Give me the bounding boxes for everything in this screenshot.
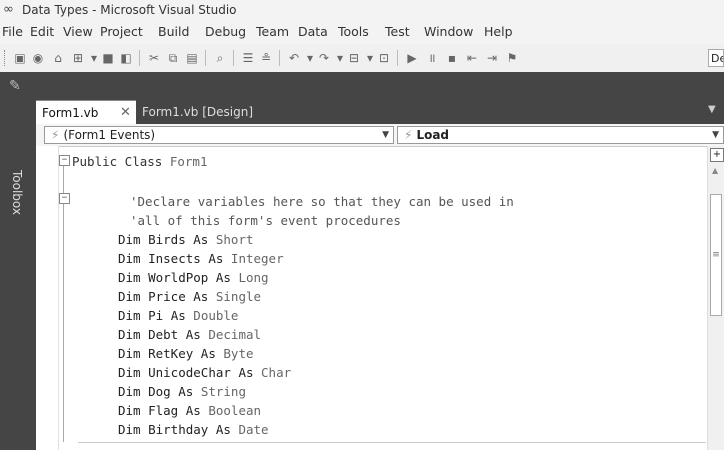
toolbar-separator: [205, 50, 206, 66]
code-line-comment: 'all of this form's event procedures: [130, 213, 401, 228]
stop-icon[interactable]: ▪: [444, 50, 460, 66]
events-bolt-icon: ⚡: [51, 128, 60, 142]
menu-window[interactable]: Window: [424, 24, 473, 39]
paste-icon[interactable]: ▤: [184, 50, 200, 66]
tab-dropdown-icon[interactable]: ▼: [708, 104, 716, 115]
code-line-dim: Dim RetKey As Byte: [118, 346, 254, 361]
code-line-dim: Dim Flag As Boolean: [118, 403, 262, 418]
toolbar-separator: [397, 50, 398, 66]
toolbar-separator: [139, 50, 140, 66]
standard-toolbar: ▣ ◉ ⌂ ⊞ ▾ ■ ◧ ✂ ⧉ ▤ ⌕ ☰ ≗ ↶ ▾ ↷ ▾ ⊟ ▾ ⊡ …: [0, 44, 724, 73]
code-line-dim: Dim Insects As Integer: [118, 251, 284, 266]
chevron-down-icon[interactable]: ▼: [382, 127, 389, 144]
cut-icon[interactable]: ✂: [146, 50, 162, 66]
title-bar: ∞ Data Types - Microsoft Visual Studio: [0, 0, 724, 20]
split-window-icon[interactable]: +: [710, 148, 724, 162]
class-name-combo[interactable]: ⚡ (Form1 Events) ▼: [44, 126, 394, 144]
menu-build[interactable]: Build: [158, 24, 189, 39]
window-title: Data Types - Microsoft Visual Studio: [22, 3, 237, 17]
tab-label: Form1.vb [Design]: [142, 105, 254, 119]
solution-config-combo[interactable]: De: [708, 49, 724, 67]
menu-help[interactable]: Help: [484, 24, 513, 39]
menu-view[interactable]: View: [63, 24, 93, 39]
code-line-dim: Dim Dog As String: [118, 384, 246, 399]
indent-icon[interactable]: ⇥: [484, 50, 500, 66]
add-new-item-icon[interactable]: ⊞: [70, 50, 86, 66]
procedure-separator: [78, 442, 706, 443]
new-project-icon[interactable]: ▣: [12, 50, 28, 66]
tab-form1-code[interactable]: Form1.vb ✕: [36, 100, 136, 124]
menu-team[interactable]: Team: [256, 24, 289, 39]
copy-icon[interactable]: ⧉: [165, 50, 181, 66]
toolbar-separator: [233, 50, 234, 66]
comment-icon[interactable]: ☰: [240, 50, 256, 66]
menu-project[interactable]: Project: [100, 24, 143, 39]
uncomment-icon[interactable]: ≗: [258, 50, 274, 66]
code-line-dim: Dim Birthday As Date: [118, 422, 269, 437]
class-name-value: (Form1 Events): [63, 128, 156, 142]
method-name-combo[interactable]: ⚡ Load ▼: [397, 126, 724, 144]
navigation-bar: ⚡ (Form1 Events) ▼ ⚡ Load ▼: [36, 124, 724, 147]
visual-studio-logo-icon[interactable]: ∞: [3, 2, 14, 17]
save-all-icon[interactable]: ◧: [118, 50, 134, 66]
bookmark-icon[interactable]: ⚑: [504, 50, 520, 66]
code-line-dim: Dim Price As Single: [118, 289, 262, 304]
menu-edit[interactable]: Edit: [30, 24, 54, 39]
save-icon[interactable]: ■: [100, 50, 116, 66]
undo-icon[interactable]: ↶: [286, 50, 302, 66]
outdent-icon[interactable]: ⇤: [464, 50, 480, 66]
code-line-dim: Dim Birds As Short: [118, 232, 254, 247]
pause-icon[interactable]: ॥: [424, 50, 440, 66]
vertical-scrollbar[interactable]: + ▲ ≡: [707, 146, 724, 450]
scroll-up-icon[interactable]: ▲: [712, 166, 718, 175]
code-line-dim: Dim Debt As Decimal: [118, 327, 262, 342]
collapse-comment-icon[interactable]: −: [59, 193, 70, 204]
collapse-class-icon[interactable]: −: [59, 155, 70, 166]
outline-line: [63, 166, 64, 442]
chevron-down-icon[interactable]: ▼: [712, 127, 719, 144]
tab-label: Form1.vb: [42, 106, 99, 120]
code-line-class: Public Class Form1: [72, 154, 208, 169]
code-line-dim: Dim UnicodeChar As Char: [118, 365, 292, 380]
navigate-back-icon[interactable]: ⊟: [346, 50, 362, 66]
method-name-value: Load: [416, 128, 450, 142]
navigate-forward-icon[interactable]: ⊡: [376, 50, 392, 66]
start-icon[interactable]: ▶: [404, 50, 420, 66]
menu-tools[interactable]: Tools: [338, 24, 369, 39]
find-icon[interactable]: ⌕: [212, 50, 228, 66]
editor-margin: [36, 146, 59, 450]
toolbar-separator: [279, 50, 280, 66]
code-line-dim: Dim Pi As Double: [118, 308, 239, 323]
toolbox-tab[interactable]: Toolbox: [8, 170, 24, 230]
tab-form1-design[interactable]: Form1.vb [Design]: [136, 100, 258, 124]
add-item-icon[interactable]: ◉: [30, 50, 46, 66]
menu-test[interactable]: Test: [385, 24, 410, 39]
code-line-dim: Dim WorldPop As Long: [118, 270, 269, 285]
close-icon[interactable]: ✕: [120, 101, 131, 125]
toolbar-grip[interactable]: [4, 50, 7, 66]
open-file-icon[interactable]: ⌂: [50, 50, 66, 66]
menu-bar: File Edit View Project Build Debug Team …: [0, 20, 724, 44]
pin-icon[interactable]: ✎: [9, 78, 21, 94]
menu-file[interactable]: File: [2, 24, 23, 39]
events-bolt-icon: ⚡: [404, 128, 413, 142]
scrollbar-thumb[interactable]: ≡: [710, 194, 722, 316]
code-line-comment: 'Declare variables here so that they can…: [130, 194, 514, 209]
toolbox-strip: ✎ Toolbox: [0, 72, 32, 450]
redo-icon[interactable]: ↷: [316, 50, 332, 66]
menu-data[interactable]: Data: [298, 24, 328, 39]
menu-debug[interactable]: Debug: [205, 24, 246, 39]
